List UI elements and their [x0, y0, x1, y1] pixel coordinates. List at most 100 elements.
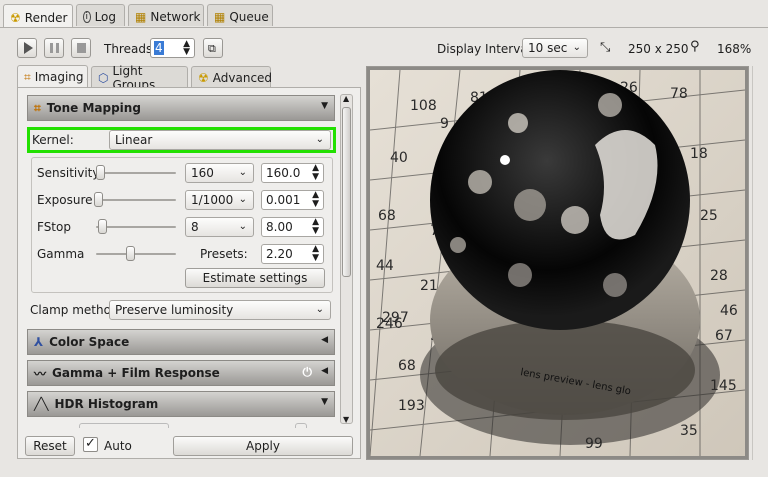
zoom-label: 168%: [717, 42, 752, 56]
stop-icon: [77, 43, 86, 53]
exposure-preset-combo[interactable]: 1/1000 ⌄: [185, 190, 254, 210]
gamma-film-header[interactable]: 〰 Gamma + Film Response ⏻ ◀: [27, 360, 335, 386]
chevron-down-icon: ▼: [321, 397, 328, 407]
tone-mapping-header[interactable]: ⌗ Tone Mapping ▼: [27, 95, 335, 121]
exposure-label: Exposure: [37, 193, 93, 207]
kernel-combo[interactable]: Linear ⌄: [109, 130, 331, 150]
grid-number: 68: [378, 208, 396, 224]
radiation-icon: ☢: [198, 70, 209, 85]
pause-icon: [50, 43, 59, 53]
tab-network[interactable]: ▦ Network: [128, 4, 204, 26]
spin-arrows-icon: ▲ ▼: [312, 244, 319, 263]
chevron-down-icon: ⌄: [572, 42, 581, 53]
exposure-spinbox[interactable]: 0.001 ▲ ▼: [261, 190, 324, 210]
auto-checkbox[interactable]: ✓: [83, 436, 98, 452]
threads-spinbox[interactable]: 4 ▲ ▼: [150, 38, 195, 58]
chevron-left-icon: ◀: [321, 366, 328, 376]
grid-number: 40: [390, 150, 408, 166]
presets-label: Presets:: [200, 247, 248, 261]
sensitivity-preset-combo[interactable]: 160 ⌄: [185, 163, 254, 183]
color-space-header[interactable]: ⅄ Color Space ◀: [27, 329, 335, 355]
checkmark-icon: ✓: [85, 436, 96, 451]
chevron-left-icon: ◀: [321, 335, 328, 345]
display-interval-combo[interactable]: 10 sec ⌄: [522, 38, 588, 58]
gamma-label: Gamma: [37, 247, 85, 261]
tab-advanced[interactable]: ☢ Advanced: [191, 66, 272, 88]
pause-button[interactable]: [44, 38, 64, 58]
sensitivity-slider-track[interactable]: [96, 172, 176, 174]
exposure-slider-track[interactable]: [96, 199, 176, 201]
grid-number: 44: [376, 258, 394, 274]
gamma-spinbox[interactable]: 2.20 ▲ ▼: [261, 244, 324, 264]
auto-label: Auto: [104, 439, 132, 453]
tab-imaging[interactable]: ⌗ Imaging: [17, 65, 88, 88]
grid-number: 67: [715, 328, 733, 344]
zoom-icon[interactable]: ⚲: [690, 39, 700, 54]
clamp-method-combo[interactable]: Preserve luminosity ⌄: [109, 300, 331, 320]
fstop-slider-track[interactable]: [96, 226, 176, 228]
crop-icon: ⌗: [34, 100, 41, 115]
fstop-label: FStop: [37, 220, 71, 234]
color-space-icon: ⅄: [34, 335, 44, 349]
chevron-down-icon: ⌄: [238, 221, 247, 232]
histogram-partial: [27, 420, 335, 428]
grid-number: 28: [710, 268, 728, 284]
preview-right-border: [752, 66, 753, 460]
scroll-down-icon[interactable]: ▼: [343, 415, 349, 424]
render-preview-image[interactable]: 1088140 687818 252867 447921 2976826 351…: [370, 70, 745, 456]
gamma-slider-handle[interactable]: [126, 246, 135, 261]
grid-number: 193: [398, 398, 425, 414]
exposure-slider-handle[interactable]: [94, 192, 103, 207]
spin-arrows-icon: ▲ ▼: [183, 39, 190, 57]
resize-icon[interactable]: ⤡: [600, 40, 610, 55]
sensitivity-label: Sensitivity: [37, 166, 100, 180]
reset-button[interactable]: Reset: [25, 436, 75, 456]
scrollbar-thumb[interactable]: [342, 107, 351, 277]
grid-number: 78: [670, 86, 688, 102]
estimate-settings-button[interactable]: Estimate settings: [185, 268, 325, 288]
gamma-slider-track[interactable]: [96, 253, 176, 255]
sensitivity-spinbox[interactable]: 160.0 ▲ ▼: [261, 163, 324, 183]
network-icon: ▦: [135, 10, 147, 24]
chevron-down-icon: ⌄: [238, 194, 247, 205]
copy-icon: ⧉: [208, 42, 216, 55]
tab-render[interactable]: ☢ Render: [3, 4, 73, 27]
chevron-down-icon: ⌄: [238, 167, 247, 178]
fstop-slider-handle[interactable]: [98, 219, 107, 234]
grid-number: 68: [398, 358, 416, 374]
play-button[interactable]: [17, 38, 37, 58]
play-icon: [24, 42, 33, 54]
chevron-down-icon: ⌄: [315, 134, 324, 145]
kernel-label: Kernel:: [32, 133, 74, 147]
spin-arrows-icon: ▲ ▼: [312, 163, 319, 182]
grid-number: 18: [690, 146, 708, 162]
power-icon[interactable]: ⏻: [303, 365, 313, 380]
hdr-histogram-header[interactable]: ╱╲ HDR Histogram ▼: [27, 391, 335, 417]
render-preview-frame: 1088140 687818 252867 447921 2976826 351…: [366, 66, 749, 460]
fstop-preset-combo[interactable]: 8 ⌄: [185, 217, 254, 237]
spin-arrows-icon: ▲ ▼: [312, 217, 319, 236]
grid-number: 25: [700, 208, 718, 224]
threads-label: Threads:: [104, 42, 157, 56]
scroll-up-icon[interactable]: ▲: [343, 94, 349, 103]
resolution-label: 250 x 250: [628, 42, 689, 56]
tab-log[interactable]: i Log: [76, 4, 125, 26]
fstop-spinbox[interactable]: 8.00 ▲ ▼: [261, 217, 324, 237]
grid-number: 35: [680, 423, 698, 439]
histogram-icon: ╱╲: [34, 397, 49, 411]
cube-icon: ⬡: [98, 70, 109, 85]
tab-queue[interactable]: ▦ Queue: [207, 4, 273, 26]
info-icon: i: [83, 11, 91, 23]
curve-icon: 〰: [34, 366, 47, 381]
grid-number: 9: [440, 116, 449, 132]
copy-button[interactable]: ⧉: [203, 38, 223, 58]
panel-scrollbar[interactable]: ▲ ▼: [340, 94, 353, 424]
spin-arrows-icon: ▲ ▼: [312, 190, 319, 209]
apply-button[interactable]: Apply: [173, 436, 353, 456]
sensitivity-slider-handle[interactable]: [96, 165, 105, 180]
chevron-down-icon: ⌄: [315, 304, 324, 315]
grid-number: 46: [720, 303, 738, 319]
stop-button[interactable]: [71, 38, 91, 58]
tab-light-groups[interactable]: ⬡ Light Groups: [91, 64, 188, 92]
threads-value: 4: [154, 41, 164, 55]
